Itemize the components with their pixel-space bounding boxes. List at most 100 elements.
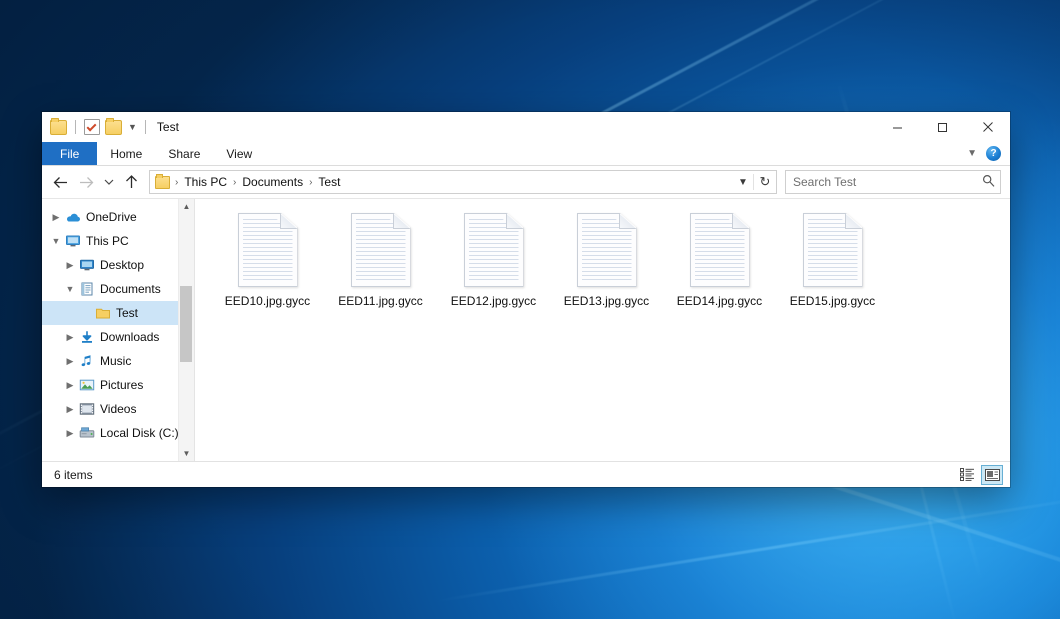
sidebar-item-label: Test (112, 306, 138, 320)
sidebar-item-downloads[interactable]: ▶ Downloads (42, 325, 194, 349)
sidebar-item-label: Music (96, 354, 131, 368)
sidebar-item-label: Pictures (96, 378, 143, 392)
sidebar-item-videos[interactable]: ▶ Videos (42, 397, 194, 421)
scrollbar-track[interactable] (179, 214, 194, 446)
sidebar-item-this-pc[interactable]: ▼This PC (42, 229, 194, 253)
address-bar-row: › This PC › Documents › Test ▼ ↻ Search … (42, 166, 1010, 198)
navigation-pane: ▶ OneDrive ▼This PC ▶ Desktop ▼ Documents Test ▶… (42, 199, 194, 461)
chevron-right-icon[interactable]: ▶ (48, 212, 64, 223)
tab-view[interactable]: View (213, 142, 265, 165)
desktop-icon (78, 258, 96, 272)
file-name-label: EED14.jpg.gycc (677, 294, 762, 308)
details-view-button[interactable] (957, 466, 977, 484)
file-name-label: EED11.jpg.gycc (338, 294, 423, 308)
chevron-down-icon[interactable]: ▼ (62, 284, 78, 294)
sidebar-item-pictures[interactable]: ▶ Pictures (42, 373, 194, 397)
music-icon (78, 354, 96, 368)
file-grid: EED10.jpg.gycc EED11.jpg.gycc EED12.jpg.gy… (211, 211, 1010, 308)
breadcrumb-this-pc[interactable]: This PC (183, 175, 228, 189)
properties-icon[interactable] (84, 119, 100, 135)
large-icons-view-button[interactable] (981, 465, 1003, 485)
chevron-right-icon[interactable]: ▶ (62, 404, 78, 415)
tab-home[interactable]: Home (97, 142, 155, 165)
chevron-right-icon[interactable]: ▶ (62, 332, 78, 343)
minimize-button[interactable] (875, 112, 920, 142)
breadcrumb-separator: › (170, 177, 183, 188)
maximize-button[interactable] (920, 112, 965, 142)
address-bar[interactable]: › This PC › Documents › Test ▼ ↻ (149, 170, 777, 194)
sidebar-item-label: Documents (96, 282, 161, 296)
sidebar-item-documents[interactable]: ▼ Documents (42, 277, 194, 301)
folder-icon[interactable] (50, 120, 67, 135)
file-item[interactable]: EED12.jpg.gycc (437, 211, 550, 308)
tab-share[interactable]: Share (155, 142, 213, 165)
help-icon[interactable]: ? (986, 146, 1001, 161)
scroll-down-arrow-icon[interactable]: ▼ (179, 446, 194, 461)
file-name-label: EED13.jpg.gycc (564, 294, 649, 308)
up-button[interactable] (119, 170, 143, 194)
sidebar-item-desktop[interactable]: ▶ Desktop (42, 253, 194, 277)
sidebar-item-music[interactable]: ▶ Music (42, 349, 194, 373)
generic-document-icon (351, 213, 411, 287)
ribbon-right-controls: ▼ ? (967, 142, 1010, 165)
window-body: ▶ OneDrive ▼This PC ▶ Desktop ▼ Documents Test ▶… (42, 198, 1010, 461)
close-button[interactable] (965, 112, 1010, 142)
refresh-icon[interactable]: ↻ (753, 174, 776, 190)
sidebar-item-label: Desktop (96, 258, 144, 272)
documents-icon (78, 282, 96, 296)
breadcrumb-documents[interactable]: Documents (241, 175, 304, 189)
file-item[interactable]: EED11.jpg.gycc (324, 211, 437, 308)
new-folder-icon[interactable] (105, 120, 122, 135)
scrollbar-thumb[interactable] (180, 286, 192, 363)
download-icon (78, 330, 96, 344)
sidebar-item-label: Videos (96, 402, 136, 416)
chevron-right-icon[interactable]: ▶ (62, 356, 78, 367)
navigation-scrollbar[interactable]: ▲ ▼ (178, 199, 194, 461)
generic-document-icon (464, 213, 524, 287)
breadcrumb-test[interactable]: Test (317, 175, 341, 189)
search-icon (982, 174, 995, 190)
back-button[interactable] (48, 170, 72, 194)
chevron-down-icon[interactable]: ▼ (48, 236, 64, 246)
file-name-label: EED10.jpg.gycc (225, 294, 310, 308)
search-input[interactable]: Search Test (793, 175, 982, 189)
address-bar-controls: ▼ ↻ (733, 174, 776, 190)
cloud-icon (64, 210, 82, 224)
expand-ribbon-chevron-icon[interactable]: ▼ (967, 148, 977, 159)
sidebar-item-local-disk-c[interactable]: ▶Local Disk (C:) (42, 421, 194, 445)
sidebar-item-label: OneDrive (82, 210, 137, 224)
chevron-right-icon[interactable]: ▶ (62, 380, 78, 391)
chevron-right-icon[interactable]: ▶ (62, 428, 78, 439)
drive-icon (78, 426, 96, 440)
folder-icon (94, 306, 112, 320)
monitor-icon (64, 234, 82, 248)
quick-access-toolbar: ▼ (50, 119, 149, 135)
customize-chevron-icon[interactable]: ▼ (128, 123, 137, 132)
file-item[interactable]: EED10.jpg.gycc (211, 211, 324, 308)
generic-document-icon (803, 213, 863, 287)
title-bar: ▼ Test (42, 112, 1010, 142)
recent-locations-chevron-icon[interactable] (100, 170, 117, 194)
file-item[interactable]: EED14.jpg.gycc (663, 211, 776, 308)
file-list-pane[interactable]: EED10.jpg.gycc EED11.jpg.gycc EED12.jpg.gy… (194, 199, 1010, 461)
breadcrumb-separator: › (304, 177, 317, 188)
pictures-icon (78, 378, 96, 392)
previous-locations-chevron-icon[interactable]: ▼ (733, 177, 753, 188)
toolbar-divider (75, 120, 76, 134)
ribbon-tab-strip: File Home Share View ▼ ? (42, 142, 1010, 166)
chevron-right-icon[interactable]: ▶ (62, 260, 78, 271)
tab-file[interactable]: File (42, 142, 97, 165)
videos-icon (78, 402, 96, 416)
file-name-label: EED15.jpg.gycc (790, 294, 875, 308)
view-toggle-group (957, 465, 1003, 485)
sidebar-item-test[interactable]: Test (42, 301, 194, 325)
forward-button[interactable] (74, 170, 98, 194)
search-box[interactable]: Search Test (785, 170, 1001, 194)
scroll-up-arrow-icon[interactable]: ▲ (179, 199, 194, 214)
sidebar-item-onedrive[interactable]: ▶ OneDrive (42, 205, 194, 229)
desktop: ▼ Test File Home Share View (0, 0, 1060, 619)
file-item[interactable]: EED13.jpg.gycc (550, 211, 663, 308)
file-item[interactable]: EED15.jpg.gycc (776, 211, 889, 308)
sidebar-item-label: Downloads (96, 330, 159, 344)
window-controls (875, 112, 1010, 142)
